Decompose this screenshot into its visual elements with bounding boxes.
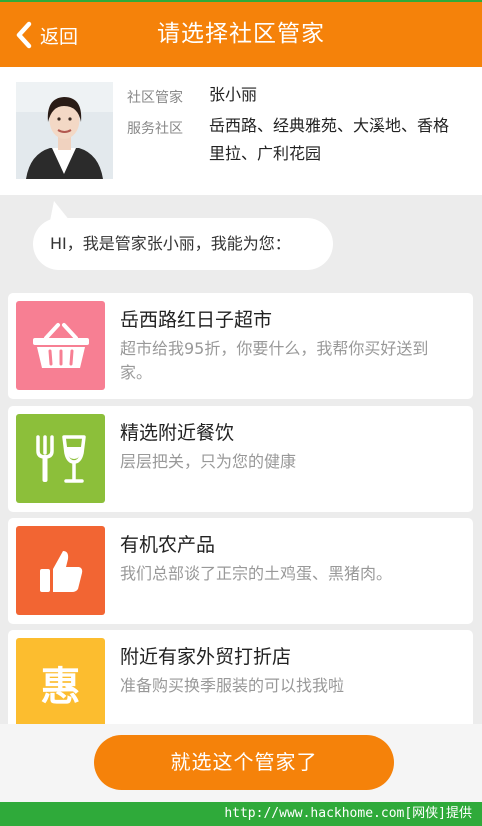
service-title: 附近有家外贸打折店 [120, 646, 292, 668]
service-desc: 我们总部谈了正宗的土鸡蛋、黑猪肉。 [120, 564, 393, 583]
community-label: 服务社区 [127, 121, 183, 137]
watermark-bar: http://www.hackhome.com[网侠]提供 [0, 802, 482, 826]
greeting-bubble: HI，我是管家张小丽，我能为您： [33, 218, 333, 270]
manager-label: 社区管家 [127, 90, 183, 106]
hui-discount-icon: 惠 [16, 638, 105, 727]
service-desc: 层层把关，只为您的健康 [120, 452, 297, 471]
choose-manager-button[interactable]: 就选这个管家了 [94, 735, 394, 790]
service-title: 岳西路红日子超市 [120, 309, 273, 331]
fork-wineglass-icon [16, 414, 105, 503]
service-card-organic[interactable]: 有机农产品 我们总部谈了正宗的土鸡蛋、黑猪肉。 [8, 518, 473, 624]
hui-glyph: 惠 [40, 663, 81, 710]
service-card-dining[interactable]: 精选附近餐饮 层层把关，只为您的健康 [8, 406, 473, 512]
thumbs-up-icon [16, 526, 105, 615]
service-title: 精选附近餐饮 [120, 422, 235, 444]
community-line-2: 里拉、广利花园 [209, 144, 322, 163]
page-title: 请选择社区管家 [157, 21, 325, 47]
shopping-basket-icon [16, 301, 105, 390]
service-card-supermarket[interactable]: 岳西路红日子超市 超市给我95折，你要什么，我帮你买好送到家。 [8, 293, 473, 399]
service-title: 有机农产品 [120, 534, 216, 556]
service-desc: 超市给我95折，你要什么，我帮你买好送到家。 [120, 339, 429, 382]
watermark-text: http://www.hackhome.com[网侠]提供 [224, 806, 472, 821]
service-card-discount-store[interactable]: 惠 附近有家外贸打折店 准备购买换季服装的可以找我啦 [8, 630, 473, 736]
avatar [16, 82, 113, 179]
nav-bar: 返回 请选择社区管家 [0, 0, 482, 67]
service-desc: 准备购买换季服装的可以找我啦 [120, 676, 345, 695]
manager-name: 张小丽 [209, 85, 258, 104]
app-frame: 返回 请选择社区管家 社区管家 张小丽 服务社区 岳西路、经典雅苑、大溪地、香格… [0, 0, 482, 826]
community-line-1: 岳西路、经典雅苑、大溪地、香格 [209, 116, 450, 135]
manager-profile: 社区管家 张小丽 服务社区 岳西路、经典雅苑、大溪地、香格 里拉、广利花园 [0, 67, 482, 195]
